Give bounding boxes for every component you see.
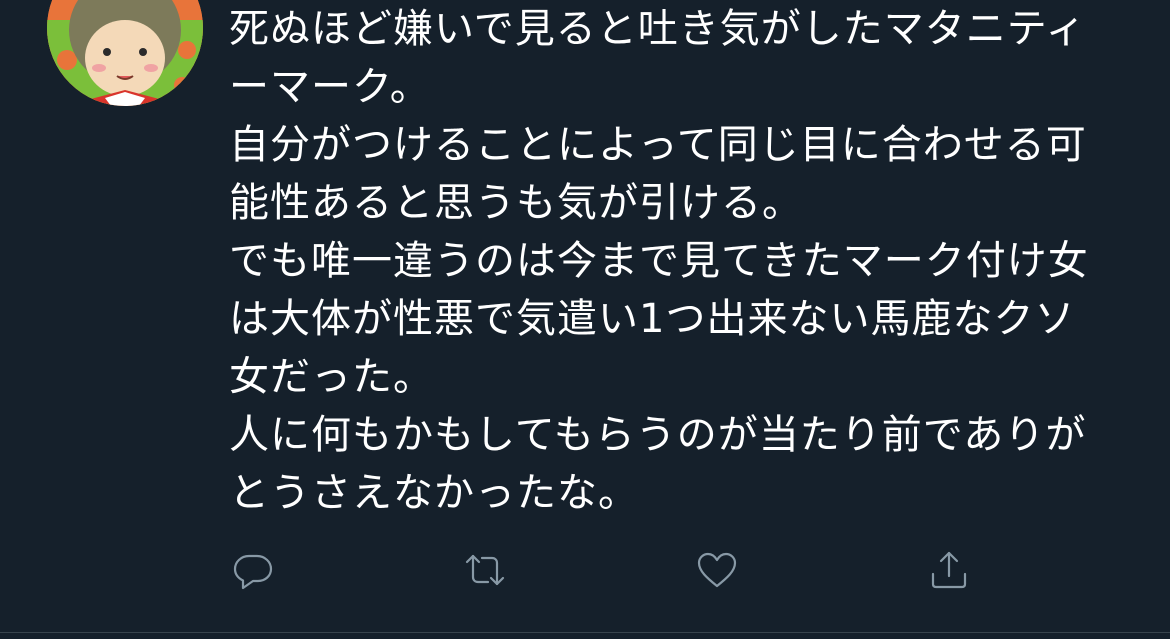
divider xyxy=(0,632,1170,633)
retweet-icon xyxy=(465,554,505,586)
tweet-text-line: 能性あると思うも気が引ける。 xyxy=(229,180,803,226)
reply-button[interactable] xyxy=(223,540,283,600)
heart-icon xyxy=(697,552,737,588)
tweet-text-line: は大体が性悪で気遣い1つ出来ない馬鹿なクソ xyxy=(229,296,1076,342)
tweet-text-line: 死ぬほど嫌いで見ると吐き気がしたマタニティ xyxy=(229,6,1087,52)
tweet-text: 死ぬほど嫌いで見ると吐き気がしたマタニティ ーマーク。 自分がつけることによって… xyxy=(229,0,1129,522)
tweet-text-line: 人に何もかもしてもらうのが当たり前でありが xyxy=(229,412,1087,458)
like-button[interactable] xyxy=(687,540,747,600)
tweet-actions-bar xyxy=(0,540,1170,600)
avatar-illustration-icon xyxy=(47,0,203,106)
avatar[interactable] xyxy=(47,0,203,106)
tweet-text-line: でも唯一違うのは今まで見てきたマーク付け女 xyxy=(229,238,1089,284)
share-icon xyxy=(931,551,967,589)
share-button[interactable] xyxy=(919,540,979,600)
tweet-text-line: とうさえなかったな。 xyxy=(229,470,639,516)
tweet-text-line: 女だった。 xyxy=(229,354,434,400)
retweet-button[interactable] xyxy=(455,540,515,600)
reply-icon xyxy=(233,554,273,590)
tweet-text-line: 自分がつけることによって同じ目に合わせる可 xyxy=(229,122,1087,168)
tweet-container: 死ぬほど嫌いで見ると吐き気がしたマタニティ ーマーク。 自分がつけることによって… xyxy=(0,0,1170,639)
tweet-text-line: ーマーク。 xyxy=(229,64,431,110)
